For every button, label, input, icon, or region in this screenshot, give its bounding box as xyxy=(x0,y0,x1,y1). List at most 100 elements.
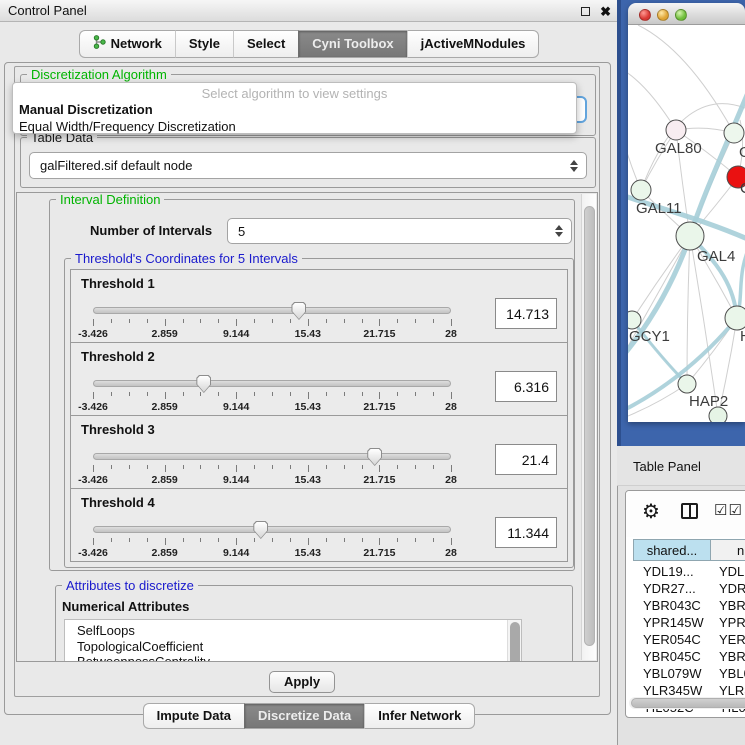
tab-label: Select xyxy=(247,36,285,51)
network-node[interactable] xyxy=(709,407,727,422)
table-row[interactable]: YER054CYER0 xyxy=(633,631,745,648)
table-row[interactable]: YPR145WYPR1 xyxy=(633,614,745,631)
table-row[interactable]: YBR045CYBR0 xyxy=(633,648,745,665)
algorithm-option-equal-width[interactable]: Equal Width/Frequency Discretization xyxy=(19,119,236,134)
threshold-value-field[interactable]: 6.316 xyxy=(495,371,557,402)
tab-discretize-data[interactable]: Discretize Data xyxy=(244,703,364,729)
table-row[interactable]: YBL079WYBL0 xyxy=(633,665,745,682)
close-icon[interactable]: ✖ xyxy=(600,5,611,18)
network-view-window: GAL80GACGAL11GAL4GCY1HHAP2 xyxy=(628,3,745,422)
node-label: H xyxy=(740,328,745,345)
table-header-row: shared... n xyxy=(633,539,745,561)
network-node-gal11[interactable] xyxy=(631,180,651,200)
list-item[interactable]: BetweennessCentrality xyxy=(65,654,521,662)
threshold-label: Threshold 1 xyxy=(81,276,155,291)
select-columns-checkboxes-icon[interactable]: ☑☑ xyxy=(714,501,743,519)
threshold-panel-4: Threshold 4 -3.4262.8599.14415.4321.71528… xyxy=(70,488,568,562)
slider-tick-labels: -3.4262.8599.14415.4321.71528 xyxy=(93,547,451,558)
threshold-value-field[interactable]: 11.344 xyxy=(495,517,557,548)
tab-infer-network[interactable]: Infer Network xyxy=(364,703,475,729)
cell-shared-name: YBL079W xyxy=(633,665,710,682)
float-window-icon[interactable] xyxy=(581,7,590,16)
network-canvas[interactable]: GAL80GACGAL11GAL4GCY1HHAP2 xyxy=(628,25,745,422)
thresholds-group-title: Threshold's Coordinates for 5 Intervals xyxy=(71,251,302,266)
slider-ticks xyxy=(93,465,451,473)
threshold-value-field[interactable]: 21.4 xyxy=(495,444,557,475)
gear-icon[interactable]: ⚙ xyxy=(642,499,660,524)
network-node-hap2[interactable] xyxy=(678,375,696,393)
combo-spinner-icon xyxy=(570,160,578,172)
number-of-intervals-combobox[interactable]: 5 xyxy=(227,218,572,244)
algorithm-dropdown-popup: Select algorithm to view settings Manual… xyxy=(12,82,577,134)
node-label: GAL80 xyxy=(655,140,702,157)
thresholds-group: Threshold's Coordinates for 5 Intervals … xyxy=(64,258,574,568)
node-label: GAL4 xyxy=(697,248,735,265)
table-toolbar: ⚙ ☑☑ xyxy=(626,491,745,537)
slider-thumb[interactable] xyxy=(367,448,382,466)
settings-scrollbar-thumb[interactable] xyxy=(584,206,595,646)
column-header-shared-name[interactable]: shared... xyxy=(633,539,711,561)
table-data-combobox[interactable]: galFiltered.sif default node xyxy=(29,152,587,179)
node-label: C xyxy=(740,180,745,197)
table-row[interactable]: YDL19...YDL1 xyxy=(633,563,745,580)
list-scrollbar-thumb[interactable] xyxy=(510,622,520,662)
table-row[interactable]: YDR27...YDR2 xyxy=(633,580,745,597)
slider-thumb[interactable] xyxy=(196,375,211,393)
table-row[interactable]: YBR043CYBR0 xyxy=(633,597,745,614)
interval-definition-group: Interval Definition Number of Intervals … xyxy=(49,199,575,571)
threshold-panel-1: Threshold 1-3.4262.8599.14415.4321.71528… xyxy=(70,269,568,343)
node-label: GAL11 xyxy=(636,200,682,217)
list-scrollbar[interactable] xyxy=(507,620,521,662)
desktop-edge xyxy=(617,0,621,446)
slider-tick-labels: -3.4262.8599.14415.4321.71528 xyxy=(93,474,451,485)
tab-network[interactable]: Network xyxy=(79,30,175,58)
column-header-name[interactable]: n xyxy=(711,539,745,561)
algorithm-placeholder-option[interactable]: Select algorithm to view settings xyxy=(13,86,576,101)
network-node-gcy1[interactable] xyxy=(628,311,641,329)
threshold-panel-2: Threshold 2-3.4262.8599.14415.4321.71528… xyxy=(70,342,568,416)
settings-scrollbar[interactable] xyxy=(581,194,596,660)
zoom-traffic-light-icon[interactable] xyxy=(675,9,687,21)
columns-icon[interactable] xyxy=(681,503,698,519)
algorithm-option-manual[interactable]: Manual Discretization xyxy=(19,102,153,117)
settings-scrollpane: Interval Definition Number of Intervals … xyxy=(16,192,598,662)
network-node-ga[interactable] xyxy=(724,123,744,143)
close-traffic-light-icon[interactable] xyxy=(639,9,651,21)
network-graph: GAL80GACGAL11GAL4GCY1HHAP2 xyxy=(628,25,745,422)
minimize-traffic-light-icon[interactable] xyxy=(657,9,669,21)
network-window-titlebar[interactable] xyxy=(628,3,745,25)
tab-style[interactable]: Style xyxy=(175,30,233,58)
slider-tick-labels: -3.4262.8599.14415.4321.71528 xyxy=(93,401,451,412)
slider-ticks xyxy=(93,392,451,400)
threshold-label: Threshold 4 xyxy=(81,495,155,510)
slider-track[interactable] xyxy=(93,380,451,387)
list-item[interactable]: SelfLoops xyxy=(65,623,521,639)
list-item[interactable]: TopologicalCoefficient xyxy=(65,639,521,655)
network-node-gal80[interactable] xyxy=(666,120,686,140)
network-node-gal4[interactable] xyxy=(676,222,704,250)
slider-thumb[interactable] xyxy=(291,302,306,320)
apply-button[interactable]: Apply xyxy=(269,671,335,693)
network-node-h[interactable] xyxy=(725,306,745,330)
tab-cyni-toolbox[interactable]: Cyni Toolbox xyxy=(298,30,406,58)
tab-select[interactable]: Select xyxy=(233,30,298,58)
cell-shared-name: YER054C xyxy=(633,631,710,648)
cell-name: YPR1 xyxy=(710,614,745,631)
slider-track[interactable] xyxy=(93,307,451,314)
slider-track[interactable] xyxy=(93,526,451,533)
tab-impute-data[interactable]: Impute Data xyxy=(143,703,244,729)
slider-thumb[interactable] xyxy=(253,521,268,539)
threshold-value-field[interactable]: 14.713 xyxy=(495,298,557,329)
tab-label: Style xyxy=(189,36,220,51)
top-tab-strip: Network Style Select Cyni ToolboxjActiveMNo… xyxy=(0,30,618,58)
slider-track[interactable] xyxy=(93,453,451,460)
numerical-attributes-list[interactable]: SelfLoopsTopologicalCoefficientBetweenne… xyxy=(64,619,522,662)
table-horizontal-scrollbar[interactable] xyxy=(629,697,745,709)
tab-jactivemnodules[interactable]: jActiveMNodules xyxy=(407,30,540,58)
number-of-intervals-label: Number of Intervals xyxy=(90,223,212,238)
cell-name: YBR0 xyxy=(710,648,745,665)
panel-title: Control Panel xyxy=(8,3,87,18)
table-data-combobox-value: galFiltered.sif default node xyxy=(40,158,192,173)
control-panel-titlebar[interactable]: Control Panel ✖ xyxy=(0,0,617,22)
table-hscrollbar-thumb[interactable] xyxy=(631,698,745,708)
